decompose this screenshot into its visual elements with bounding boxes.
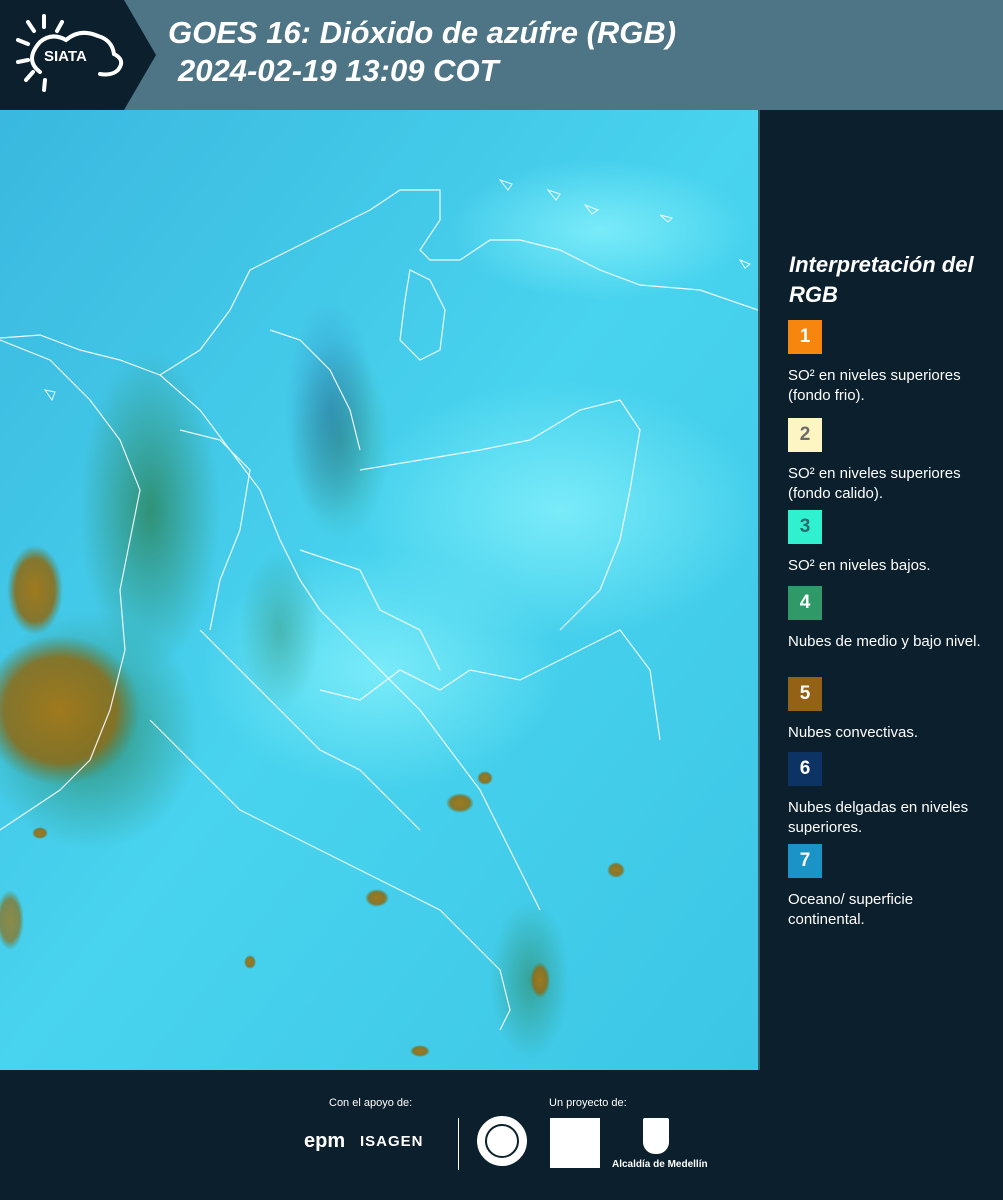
legend-label-6: Nubes delgadas en niveles superiores. <box>788 799 969 836</box>
page-timestamp: 2024-02-19 13:09 COT <box>178 53 499 88</box>
isagen-logo: ISAGEN <box>360 1133 424 1150</box>
legend-swatch-5: 5 <box>788 677 822 711</box>
legend-swatch-3: 3 <box>788 510 822 544</box>
legend-title: Interpretación del RGB <box>789 252 974 307</box>
medellin-seal-icon <box>477 1116 527 1166</box>
header: SIATA GOES 16: Dióxido de azúfre (RGB) 2… <box>0 0 1003 110</box>
satellite-map[interactable] <box>0 110 758 1070</box>
project-caption: Un proyecto de: <box>549 1097 627 1109</box>
legend-item-3: 3 SO² en niveles bajos. <box>788 510 988 576</box>
legend-label-4: Nubes de medio y bajo nivel. <box>788 633 981 650</box>
page-title: GOES 16: Dióxido de azúfre (RGB) <box>168 15 677 50</box>
legend-label-7: Oceano/ superficie continental. <box>788 891 914 928</box>
legend-swatch-6: 6 <box>788 752 822 786</box>
legend-label-3: SO² en niveles bajos. <box>788 557 931 574</box>
legend-swatch-7: 7 <box>788 844 822 878</box>
footer: Con el apoyo de: epm ISAGEN Un proyecto … <box>0 1070 1003 1200</box>
area-metropolitana-logo <box>550 1118 600 1168</box>
logo-panel-shape: SIATA <box>0 0 156 110</box>
legend-item-2: 2 SO² en niveles superiores (fondo calid… <box>788 418 988 504</box>
satellite-map-image <box>0 110 758 1070</box>
legend-item-5: 5 Nubes convectivas. <box>788 677 988 743</box>
footer-divider <box>458 1118 459 1170</box>
legend-item-6: 6 Nubes delgadas en niveles superiores. <box>788 752 988 838</box>
legend-item-4: 4 Nubes de medio y bajo nivel. <box>788 586 988 652</box>
epm-logo: epm <box>304 1130 346 1152</box>
logo-text: SIATA <box>44 48 87 65</box>
legend-label-5: Nubes convectivas. <box>788 724 919 741</box>
legend-item-7: 7 Oceano/ superficie continental. <box>788 844 988 930</box>
legend-swatch-4: 4 <box>788 586 822 620</box>
alcaldia-logo-text: Alcaldía de Medellín <box>612 1159 708 1170</box>
legend-item-1: 1 SO² en niveles superiores (fondo frio)… <box>788 320 988 406</box>
title-block: GOES 16: Dióxido de azúfre (RGB) 2024-02… <box>168 14 676 90</box>
legend-swatch-2: 2 <box>788 418 822 452</box>
siata-logo[interactable]: SIATA <box>0 0 156 110</box>
legend-label-1: SO² en niveles superiores (fondo frio). <box>788 367 961 404</box>
alcaldia-crest-icon <box>643 1118 669 1154</box>
legend-panel: Interpretación del RGB 1 SO² en niveles … <box>760 110 1003 1070</box>
support-caption: Con el apoyo de: <box>329 1097 413 1109</box>
legend-label-2: SO² en niveles superiores (fondo calido)… <box>788 465 961 502</box>
legend-swatch-1: 1 <box>788 320 822 354</box>
